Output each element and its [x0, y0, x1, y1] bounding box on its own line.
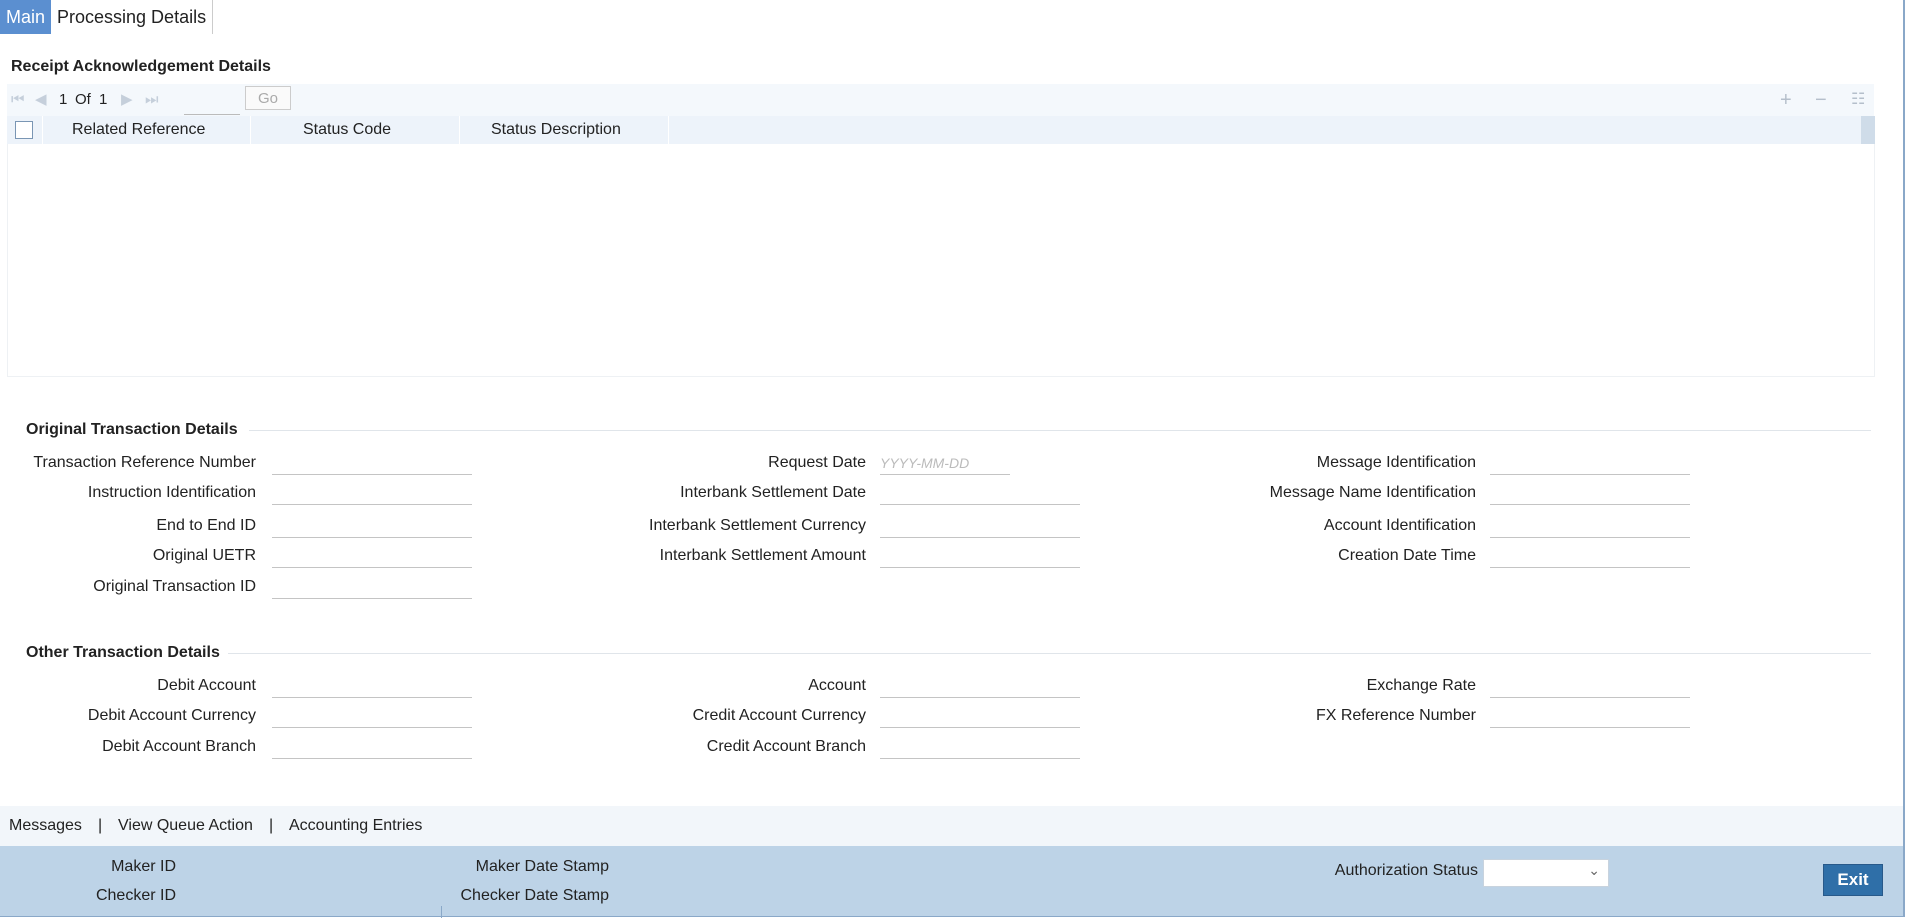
receipt-section-title: Receipt Acknowledgement Details — [11, 58, 271, 75]
instruction-identification-field[interactable] — [272, 482, 472, 505]
checker-date-stamp-label: Checker Date Stamp — [460, 887, 609, 904]
label-debit-account-currency: Debit Account Currency — [87, 707, 256, 724]
col-header-label: Status Code — [303, 121, 392, 138]
col-header-status-code[interactable]: Status Code — [251, 116, 460, 144]
original-transaction-id-field[interactable] — [272, 576, 472, 599]
label-account-identification: Account Identification — [1323, 517, 1476, 534]
label-transaction-reference-number: Transaction Reference Number — [33, 454, 256, 471]
grid-toolbar: ⏮ ◀ 1 Of 1 ▶ ⏭ Go + − ☷ — [7, 84, 1874, 116]
credit-account-currency-field[interactable] — [880, 705, 1080, 728]
delete-row-icon[interactable]: − — [1815, 90, 1827, 110]
select-all-cell — [7, 116, 43, 144]
tab-bar: Main Processing Details — [0, 0, 214, 34]
page-number-input[interactable] — [184, 92, 240, 115]
col-header-related-reference[interactable]: Related Reference — [42, 116, 251, 144]
tab-main[interactable]: Main — [0, 0, 52, 34]
debit-account-currency-field[interactable] — [272, 705, 472, 728]
fx-reference-number-field[interactable] — [1490, 705, 1690, 728]
maker-date-stamp-label: Maker Date Stamp — [475, 858, 609, 875]
go-button[interactable]: Go — [245, 86, 291, 110]
next-page-icon[interactable]: ▶ — [121, 84, 133, 116]
col-header-label: Related Reference — [72, 121, 206, 138]
label-interbank-settlement-date: Interbank Settlement Date — [680, 484, 866, 501]
grid-header: Related Reference Status Code Status Des… — [7, 116, 1861, 144]
label-request-date: Request Date — [768, 454, 866, 471]
other-section-title: Other Transaction Details — [26, 644, 220, 661]
label-interbank-settlement-currency: Interbank Settlement Currency — [649, 517, 866, 534]
section-divider — [228, 653, 1871, 654]
authorization-status-select[interactable]: ⌄ — [1483, 859, 1609, 887]
grid-scrollbar[interactable] — [1861, 116, 1875, 144]
debit-account-field[interactable] — [272, 675, 472, 698]
label-end-to-end-id: End to End ID — [156, 517, 256, 534]
creation-date-time-field[interactable] — [1490, 545, 1690, 568]
audit-bar: Maker ID Checker ID Maker Date Stamp Che… — [0, 846, 1903, 916]
original-uetr-field[interactable] — [272, 545, 472, 568]
prev-page-icon[interactable]: ◀ — [35, 84, 47, 116]
transaction-reference-number-field[interactable] — [272, 452, 472, 475]
add-row-icon[interactable]: + — [1780, 90, 1792, 110]
col-header-label: Status Description — [491, 121, 621, 138]
label-message-identification: Message Identification — [1316, 454, 1476, 471]
label-account: Account — [808, 677, 866, 694]
label-credit-account-currency: Credit Account Currency — [692, 707, 866, 724]
single-view-icon[interactable]: ☷ — [1851, 90, 1865, 110]
exit-button[interactable]: Exit — [1823, 864, 1883, 896]
account-identification-field[interactable] — [1490, 515, 1690, 538]
request-date-field[interactable] — [880, 452, 1010, 475]
view-queue-action-link[interactable]: View Queue Action — [118, 806, 253, 846]
footer-links-bar: Messages | View Queue Action | Accountin… — [0, 806, 1903, 846]
tab-processing-details[interactable]: Processing Details — [51, 0, 214, 34]
label-original-transaction-id: Original Transaction ID — [93, 578, 256, 595]
select-all-checkbox[interactable] — [15, 121, 33, 139]
label-original-uetr: Original UETR — [152, 547, 256, 564]
col-header-status-description[interactable]: Status Description — [460, 116, 669, 144]
label-credit-account-branch: Credit Account Branch — [706, 738, 866, 755]
end-to-end-id-field[interactable] — [272, 515, 472, 538]
label-instruction-identification: Instruction Identification — [87, 484, 256, 501]
last-page-icon[interactable]: ⏭ — [145, 84, 159, 116]
chevron-down-icon: ⌄ — [1588, 862, 1600, 878]
messages-link[interactable]: Messages — [9, 806, 82, 846]
link-separator: | — [98, 817, 103, 834]
label-debit-account-branch: Debit Account Branch — [102, 738, 256, 755]
label-interbank-settlement-amount: Interbank Settlement Amount — [659, 547, 866, 564]
current-page: 1 — [59, 91, 68, 108]
interbank-settlement-date-field[interactable] — [880, 482, 1080, 505]
interbank-settlement-amount-field[interactable] — [880, 545, 1080, 568]
interbank-settlement-currency-field[interactable] — [880, 515, 1080, 538]
message-name-identification-field[interactable] — [1490, 482, 1690, 505]
accounting-entries-link[interactable]: Accounting Entries — [289, 806, 422, 846]
first-page-icon[interactable]: ⏮ — [11, 84, 25, 116]
credit-account-branch-field[interactable] — [880, 736, 1080, 759]
page-of-label: Of — [75, 91, 91, 108]
label-exchange-rate: Exchange Rate — [1366, 677, 1476, 694]
maker-id-label: Maker ID — [111, 858, 176, 875]
exchange-rate-field[interactable] — [1490, 675, 1690, 698]
grid-body — [7, 144, 1875, 377]
checker-id-label: Checker ID — [95, 887, 176, 904]
message-identification-field[interactable] — [1490, 452, 1690, 475]
link-separator: | — [269, 817, 274, 834]
total-pages: 1 — [99, 91, 108, 108]
label-message-name-identification: Message Name Identification — [1269, 484, 1476, 501]
authorization-status-label: Authorization Status — [1334, 862, 1478, 879]
label-creation-date-time: Creation Date Time — [1338, 547, 1476, 564]
account-field[interactable] — [880, 675, 1080, 698]
bottom-divider — [441, 906, 442, 918]
debit-account-branch-field[interactable] — [272, 736, 472, 759]
label-debit-account: Debit Account — [157, 677, 256, 694]
section-divider — [249, 430, 1871, 431]
original-section-title: Original Transaction Details — [26, 421, 238, 438]
label-fx-reference-number: FX Reference Number — [1315, 707, 1476, 724]
